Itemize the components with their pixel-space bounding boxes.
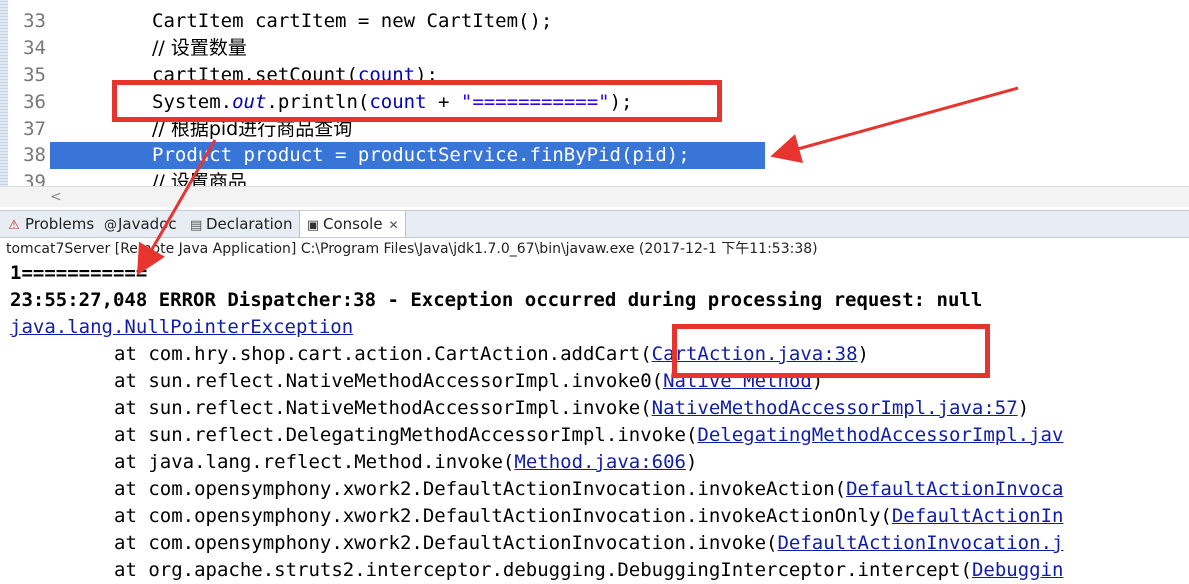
declaration-icon: ▤ [190, 218, 203, 233]
console-process-description: tomcat7Server [Remote Java Application] … [6, 241, 818, 257]
tab-label: Javadoc [118, 215, 177, 233]
annotation-box-println [112, 80, 722, 122]
tab-console[interactable]: ▣ Console ✕ [299, 211, 406, 237]
stack-frame: at org.apache.struts2.interceptor.debugg… [10, 557, 1063, 584]
stack-frame-text: at org.apache.struts2.interceptor.debugg… [114, 559, 972, 581]
source-link[interactable]: Debuggin [972, 559, 1064, 581]
console-stdout-line: 1=========== [10, 262, 148, 284]
console-icon: ▣ [306, 218, 320, 233]
line-number: 36 [23, 91, 46, 113]
source-link[interactable]: DefaultActionIn [892, 505, 1064, 527]
line-number: 35 [23, 64, 46, 86]
exception-link[interactable]: java.lang.NullPointerException [10, 316, 353, 338]
stack-frame-text: at java.lang.reflect.Method.invoke( [114, 451, 515, 473]
close-icon[interactable]: ✕ [389, 218, 399, 232]
tab-declaration[interactable]: ▤ Declaration [190, 211, 292, 237]
line-number: 38 [23, 144, 46, 166]
source-link[interactable]: Method.java:606 [514, 451, 686, 473]
source-link[interactable]: DefaultActionInvoca [846, 478, 1063, 500]
stack-frame-text: at com.hry.shop.cart.action.CartAction.a… [114, 343, 652, 365]
stack-frame: at com.opensymphony.xwork2.DefaultAction… [10, 503, 1063, 530]
code-line-34[interactable]: 34 // 设置数量 [0, 35, 1189, 62]
source-link[interactable]: NativeMethodAccessorImpl.java:57 [652, 397, 1018, 419]
annotation-box-source-link [672, 324, 990, 378]
code-comment: // 设置数量 [152, 37, 247, 59]
stack-frame-text: at sun.reflect.NativeMethodAccessorImpl.… [114, 397, 652, 419]
problems-icon: ⚠ [8, 218, 20, 233]
stack-frame-suffix: ) [685, 451, 698, 473]
stack-frame: at com.opensymphony.xwork2.DefaultAction… [10, 530, 1063, 557]
line-number: 34 [23, 37, 46, 59]
stack-frame-text: at com.opensymphony.xwork2.DefaultAction… [114, 505, 892, 527]
horizontal-scrollbar[interactable]: < [0, 186, 1189, 207]
stack-frame: at com.opensymphony.xwork2.DefaultAction… [10, 476, 1063, 503]
source-link[interactable]: DelegatingMethodAccessorImpl.jav [697, 424, 1063, 446]
stack-frame-text: at sun.reflect.NativeMethodAccessorImpl.… [114, 370, 664, 392]
tab-label: Problems [25, 215, 95, 233]
stack-frame: at sun.reflect.DelegatingMethodAccessorI… [10, 422, 1063, 449]
console-error-line: 23:55:27,048 ERROR Dispatcher:38 - Excep… [10, 289, 983, 311]
code-line-33[interactable]: 33 CartItem cartItem = new CartItem(); [0, 8, 1189, 35]
selected-code-text: Product product = productService.finByPi… [152, 144, 690, 166]
code-text: CartItem cartItem = new CartItem(); [152, 10, 553, 32]
source-link[interactable]: DefaultActionInvocation.j [777, 532, 1063, 554]
line-number: 37 [23, 118, 46, 140]
stack-frame-text: at com.opensymphony.xwork2.DefaultAction… [114, 478, 847, 500]
at-icon: @ [104, 218, 117, 233]
tab-javadoc[interactable]: @Javadoc [104, 211, 177, 237]
tab-label: Console [323, 215, 383, 233]
stack-frame: at sun.reflect.NativeMethodAccessorImpl.… [10, 395, 1029, 422]
view-tab-bar: ⚠ Problems @Javadoc ▤ Declaration ▣ Console… [0, 210, 1189, 238]
line-number: 33 [23, 10, 46, 32]
tab-problems[interactable]: ⚠ Problems [6, 211, 94, 237]
stack-frame-text: at com.opensymphony.xwork2.DefaultAction… [114, 532, 778, 554]
tab-label: Declaration [206, 215, 293, 233]
code-line-38[interactable]: 38 Product product = productService.finB… [0, 142, 1189, 169]
stack-frame: at java.lang.reflect.Method.invoke(Metho… [10, 449, 697, 476]
stack-frame-suffix: ) [1017, 397, 1030, 419]
scroll-left-icon[interactable]: < [50, 187, 62, 207]
stack-frame-text: at sun.reflect.DelegatingMethodAccessorI… [114, 424, 698, 446]
exception-line: java.lang.NullPointerException [10, 314, 353, 341]
